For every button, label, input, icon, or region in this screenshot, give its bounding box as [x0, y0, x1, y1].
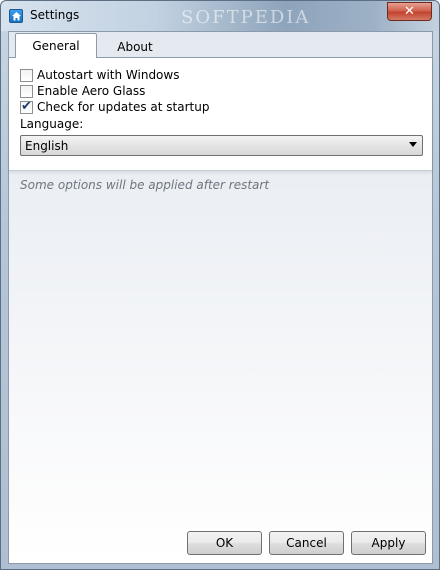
watermark: SOFTPEDIA	[181, 7, 311, 28]
tab-general[interactable]: General	[15, 33, 97, 58]
ok-button[interactable]: OK	[187, 531, 262, 555]
check-updates-option[interactable]: ✔ Check for updates at startup	[20, 99, 209, 115]
window-title: Settings	[30, 8, 80, 22]
language-select[interactable]: English	[20, 135, 423, 156]
language-label: Language:	[20, 117, 84, 131]
check-updates-label: Check for updates at startup	[37, 100, 210, 114]
tab-label: About	[117, 40, 153, 54]
check-updates-checkbox[interactable]: ✔	[20, 98, 33, 114]
aero-glass-checkbox[interactable]	[20, 84, 33, 98]
aero-glass-option[interactable]: Enable Aero Glass	[20, 83, 145, 99]
apply-button[interactable]: Apply	[351, 531, 426, 555]
chevron-down-icon	[409, 142, 417, 147]
home-icon	[9, 9, 23, 23]
client-area: General About Autostart with Windows Ena…	[8, 31, 433, 564]
cancel-button[interactable]: Cancel	[269, 531, 344, 555]
settings-window: Settings SOFTPEDIA ✕ General About Autos…	[0, 0, 440, 570]
autostart-label: Autostart with Windows	[37, 68, 180, 82]
title-bar[interactable]: Settings SOFTPEDIA ✕	[1, 1, 439, 31]
close-button[interactable]: ✕	[387, 2, 432, 21]
checkmark-icon: ✔	[21, 98, 32, 114]
restart-note: Some options will be applied after resta…	[20, 178, 270, 192]
aero-glass-label: Enable Aero Glass	[37, 84, 146, 98]
tab-label: General	[32, 39, 80, 53]
autostart-option[interactable]: Autostart with Windows	[20, 67, 179, 83]
language-value: English	[25, 138, 69, 153]
autostart-checkbox[interactable]	[20, 68, 33, 82]
tab-about[interactable]: About	[97, 35, 173, 59]
close-icon: ✕	[404, 4, 415, 19]
